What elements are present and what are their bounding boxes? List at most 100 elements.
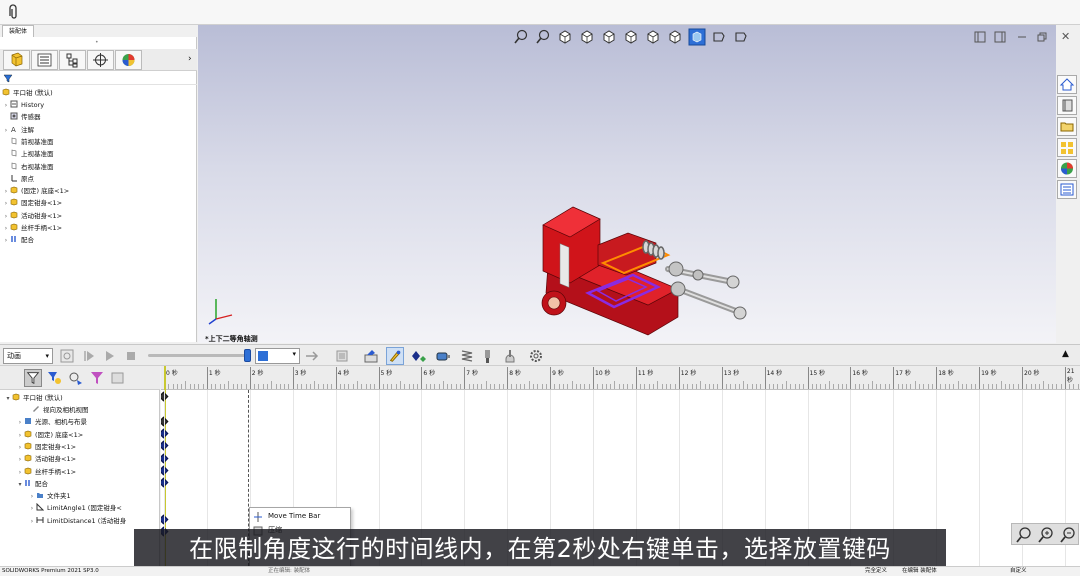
edit-appearance-icon[interactable] xyxy=(666,28,684,46)
tree-item[interactable]: › A 注解 xyxy=(2,124,34,136)
time-ruler[interactable]: 0 秒 1 秒 2 秒 3 秒 4 秒 5 秒 6 秒 7 秒 8 秒 9 秒 10 秒 11 秒 12… xyxy=(161,366,1080,390)
menu-move-time-bar[interactable]: Move Time Bar xyxy=(250,510,350,523)
motion-tree-item[interactable]: › 光源、相机与布景 xyxy=(16,416,87,428)
tree-item[interactable]: 上视基准面 xyxy=(2,148,54,160)
motion-tree-item[interactable]: 视向及相机视图 xyxy=(24,404,89,416)
expand-icon[interactable]: › xyxy=(16,430,24,442)
motion-tree-root[interactable]: ▾ 平口钳 (默认) xyxy=(4,392,63,404)
view-palette-icon[interactable] xyxy=(1057,138,1077,157)
tree-item[interactable]: › 固定钳身<1> xyxy=(2,197,62,209)
spring-tool-icon[interactable] xyxy=(458,347,476,365)
filter-icon[interactable] xyxy=(3,74,15,83)
arrow-right-icon[interactable] xyxy=(304,347,322,365)
previous-view-icon[interactable] xyxy=(556,28,574,46)
file-explorer-icon[interactable] xyxy=(1057,117,1077,136)
scene-icon[interactable] xyxy=(688,28,706,46)
tree-item[interactable]: › 活动钳身<1> xyxy=(2,210,62,222)
expand-icon[interactable]: › xyxy=(28,503,36,515)
collapse-handle[interactable]: • xyxy=(95,39,99,46)
settings-gear-icon[interactable] xyxy=(527,347,545,365)
damper-icon[interactable] xyxy=(479,347,497,365)
motion-tree-item[interactable]: › 文件夹1 xyxy=(28,490,71,502)
tree-item[interactable]: › 丝杆手柄<1> xyxy=(2,222,62,234)
configuration-manager-tab[interactable] xyxy=(59,50,86,70)
expand-icon[interactable]: › xyxy=(2,125,10,137)
section-view-icon[interactable] xyxy=(578,28,596,46)
filter-driving-icon[interactable] xyxy=(45,369,63,387)
autokey-icon[interactable] xyxy=(386,347,404,365)
tree-item[interactable]: 原点 xyxy=(2,173,34,185)
expand-icon[interactable]: ▾ xyxy=(4,393,12,405)
design-library-icon[interactable] xyxy=(1057,96,1077,115)
filter-selected-icon[interactable] xyxy=(66,369,84,387)
zoom-in-icon[interactable] xyxy=(1037,526,1055,544)
play-from-start-icon[interactable] xyxy=(80,347,98,365)
expand-icon[interactable]: ▾ xyxy=(16,479,24,491)
motor-icon[interactable] xyxy=(434,347,452,365)
tree-item[interactable]: 传感器 xyxy=(2,111,41,123)
playback-slider-thumb[interactable] xyxy=(244,349,251,362)
vise-model[interactable] xyxy=(528,185,778,343)
split-view-2-icon[interactable] xyxy=(993,30,1007,44)
graphics-viewport[interactable] xyxy=(198,25,1056,343)
zoom-fit-icon[interactable] xyxy=(1015,526,1033,544)
expand-icon[interactable]: › xyxy=(2,223,10,235)
study-type-select[interactable]: 动画 ▾ xyxy=(3,348,53,364)
motion-tree-item[interactable]: › (固定) 底座<1> xyxy=(16,429,83,441)
home-icon[interactable] xyxy=(1057,75,1077,94)
tree-item[interactable]: › History xyxy=(2,99,44,111)
playback-mode-select[interactable]: ▾ xyxy=(255,348,300,364)
motion-tree-item[interactable]: › 丝杆手柄<1> xyxy=(16,466,76,478)
hide-show-icon[interactable] xyxy=(644,28,662,46)
dimxpert-tab[interactable] xyxy=(87,50,114,70)
feature-manager-tab[interactable] xyxy=(3,50,30,70)
appearances-icon[interactable] xyxy=(1057,159,1077,178)
expand-icon[interactable]: › xyxy=(2,235,10,247)
restore-icon[interactable] xyxy=(1035,30,1049,44)
minimize-icon[interactable] xyxy=(1015,30,1029,44)
view-settings-icon[interactable] xyxy=(732,28,750,46)
save-animation-icon[interactable] xyxy=(333,347,351,365)
tree-item[interactable]: 前视基准面 xyxy=(2,136,54,148)
paperclip-icon[interactable] xyxy=(6,4,20,20)
play-icon[interactable] xyxy=(101,347,119,365)
motion-tree-item[interactable]: › LimitDistance1 (活动钳身 xyxy=(28,515,126,527)
contact-icon[interactable] xyxy=(501,347,519,365)
view-orientation-icon[interactable] xyxy=(600,28,618,46)
expand-icon[interactable]: › xyxy=(16,417,24,429)
zoom-area-icon[interactable] xyxy=(534,28,552,46)
expand-icon[interactable]: › xyxy=(28,516,36,528)
zoom-out-icon[interactable] xyxy=(1059,526,1077,544)
filter-animated-icon[interactable] xyxy=(24,369,42,387)
stop-icon[interactable] xyxy=(122,347,140,365)
display-manager-tab[interactable] xyxy=(115,50,142,70)
apply-scene-icon[interactable] xyxy=(710,28,728,46)
expand-icon[interactable]: › xyxy=(16,454,24,466)
split-view-icon[interactable] xyxy=(973,30,987,44)
motion-tree-item[interactable]: ▾ 配合 xyxy=(16,478,48,490)
playback-speed-slider[interactable] xyxy=(148,354,248,357)
chevron-right-icon[interactable]: › xyxy=(188,54,192,64)
close-icon[interactable]: ✕ xyxy=(1061,30,1070,43)
expand-icon[interactable]: › xyxy=(2,211,10,223)
motion-tree-item[interactable]: › LimitAngle1 (固定钳身< xyxy=(28,502,122,514)
expand-icon[interactable]: › xyxy=(28,491,36,503)
expand-icon[interactable]: › xyxy=(2,198,10,210)
display-style-icon[interactable] xyxy=(622,28,640,46)
property-manager-tab[interactable] xyxy=(31,50,58,70)
filter-results-icon[interactable] xyxy=(88,369,106,387)
tree-root[interactable]: 平口钳 (默认) xyxy=(2,87,53,99)
custom-properties-icon[interactable] xyxy=(1057,180,1077,199)
tree-item[interactable]: 右视基准面 xyxy=(2,161,54,173)
tree-item[interactable]: › 配合 xyxy=(2,234,34,246)
expand-icon[interactable]: › xyxy=(2,100,10,112)
expand-icon[interactable]: › xyxy=(16,442,24,454)
collapse-up-icon[interactable]: ▲ xyxy=(1062,349,1069,359)
add-key-icon[interactable] xyxy=(410,347,428,365)
assembly-tab[interactable]: 装配体 xyxy=(2,25,34,37)
calculate-icon[interactable] xyxy=(58,347,76,365)
motion-tree-item[interactable]: › 固定钳身<1> xyxy=(16,441,76,453)
expand-icon[interactable]: › xyxy=(2,186,10,198)
motion-tree-item[interactable]: › 活动钳身<1> xyxy=(16,453,76,465)
expand-icon[interactable]: › xyxy=(16,467,24,479)
